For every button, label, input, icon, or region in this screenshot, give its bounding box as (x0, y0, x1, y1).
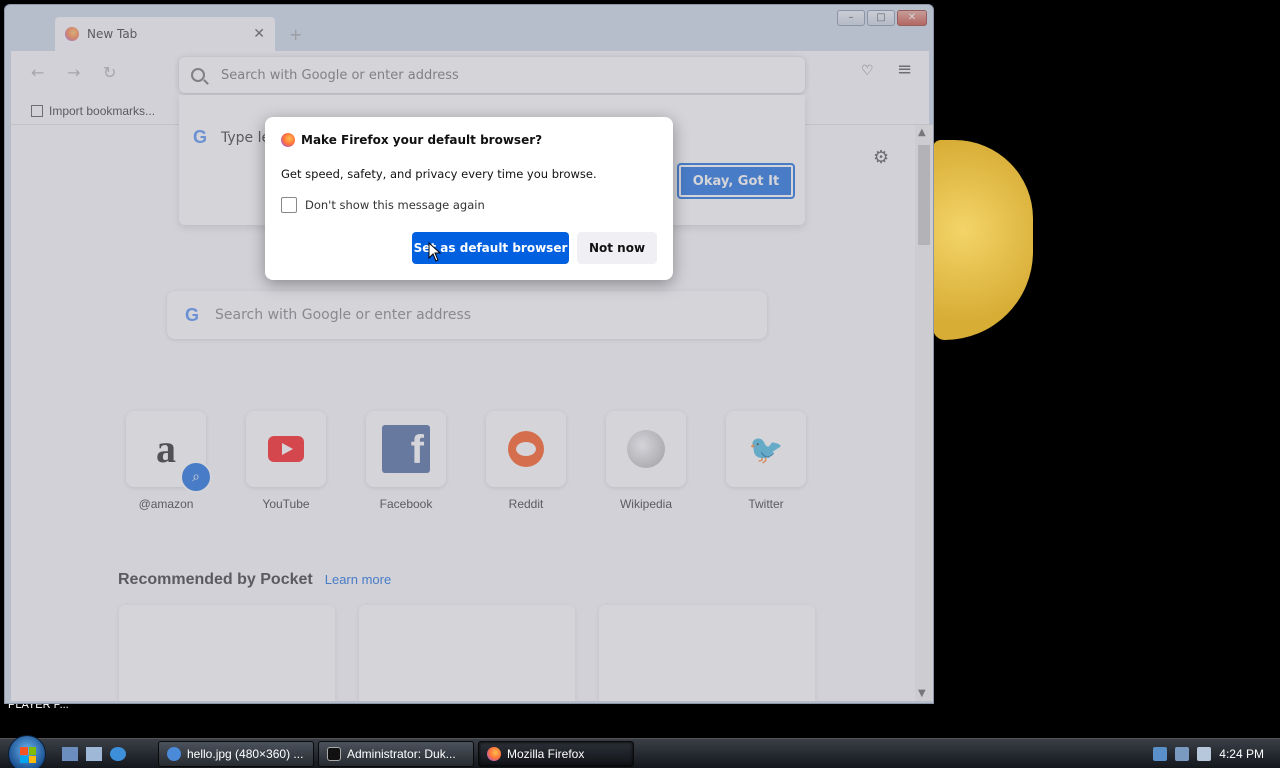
start-button[interactable] (8, 735, 46, 768)
command-prompt-icon (327, 747, 341, 761)
network-icon[interactable] (1153, 747, 1168, 761)
switch-windows-icon[interactable] (86, 747, 102, 761)
taskbar-item-hello-jpg[interactable]: hello.jpg (480×360) ... (158, 741, 314, 767)
dialog-title: Make Firefox your default browser? (301, 133, 543, 147)
desktop-wallpaper-shape (933, 140, 1033, 340)
modal-overlay (4, 4, 934, 704)
volume-muted-icon[interactable] (1197, 747, 1212, 761)
taskbar-item-label: Mozilla Firefox (507, 747, 585, 761)
clock[interactable]: 4:24 PM (1219, 747, 1264, 761)
internet-explorer-icon[interactable] (110, 747, 126, 761)
display-icon[interactable] (1175, 747, 1190, 761)
not-now-button[interactable]: Not now (577, 232, 657, 264)
firefox-icon (487, 747, 501, 761)
windows-logo-icon (20, 747, 36, 763)
dont-show-again-checkbox[interactable]: Don't show this message again (281, 197, 657, 213)
checkbox-box[interactable] (281, 197, 297, 213)
image-viewer-icon (167, 747, 181, 761)
show-desktop-icon[interactable] (62, 747, 78, 761)
taskbar-item-label: hello.jpg (480×360) ... (187, 747, 304, 761)
taskbar-item-label: Administrator: Duk... (347, 747, 456, 761)
taskbar-item-administrator[interactable]: Administrator: Duk... (318, 741, 474, 767)
taskbar-item-firefox[interactable]: Mozilla Firefox (478, 741, 634, 767)
default-browser-dialog: Make Firefox your default browser? Get s… (265, 117, 673, 280)
dialog-message: Get speed, safety, and privacy every tim… (281, 167, 597, 181)
taskbar: hello.jpg (480×360) ... Administrator: D… (0, 735, 1280, 768)
checkbox-label: Don't show this message again (305, 198, 485, 212)
firefox-icon (281, 133, 295, 147)
system-tray: 4:24 PM (1140, 739, 1280, 768)
